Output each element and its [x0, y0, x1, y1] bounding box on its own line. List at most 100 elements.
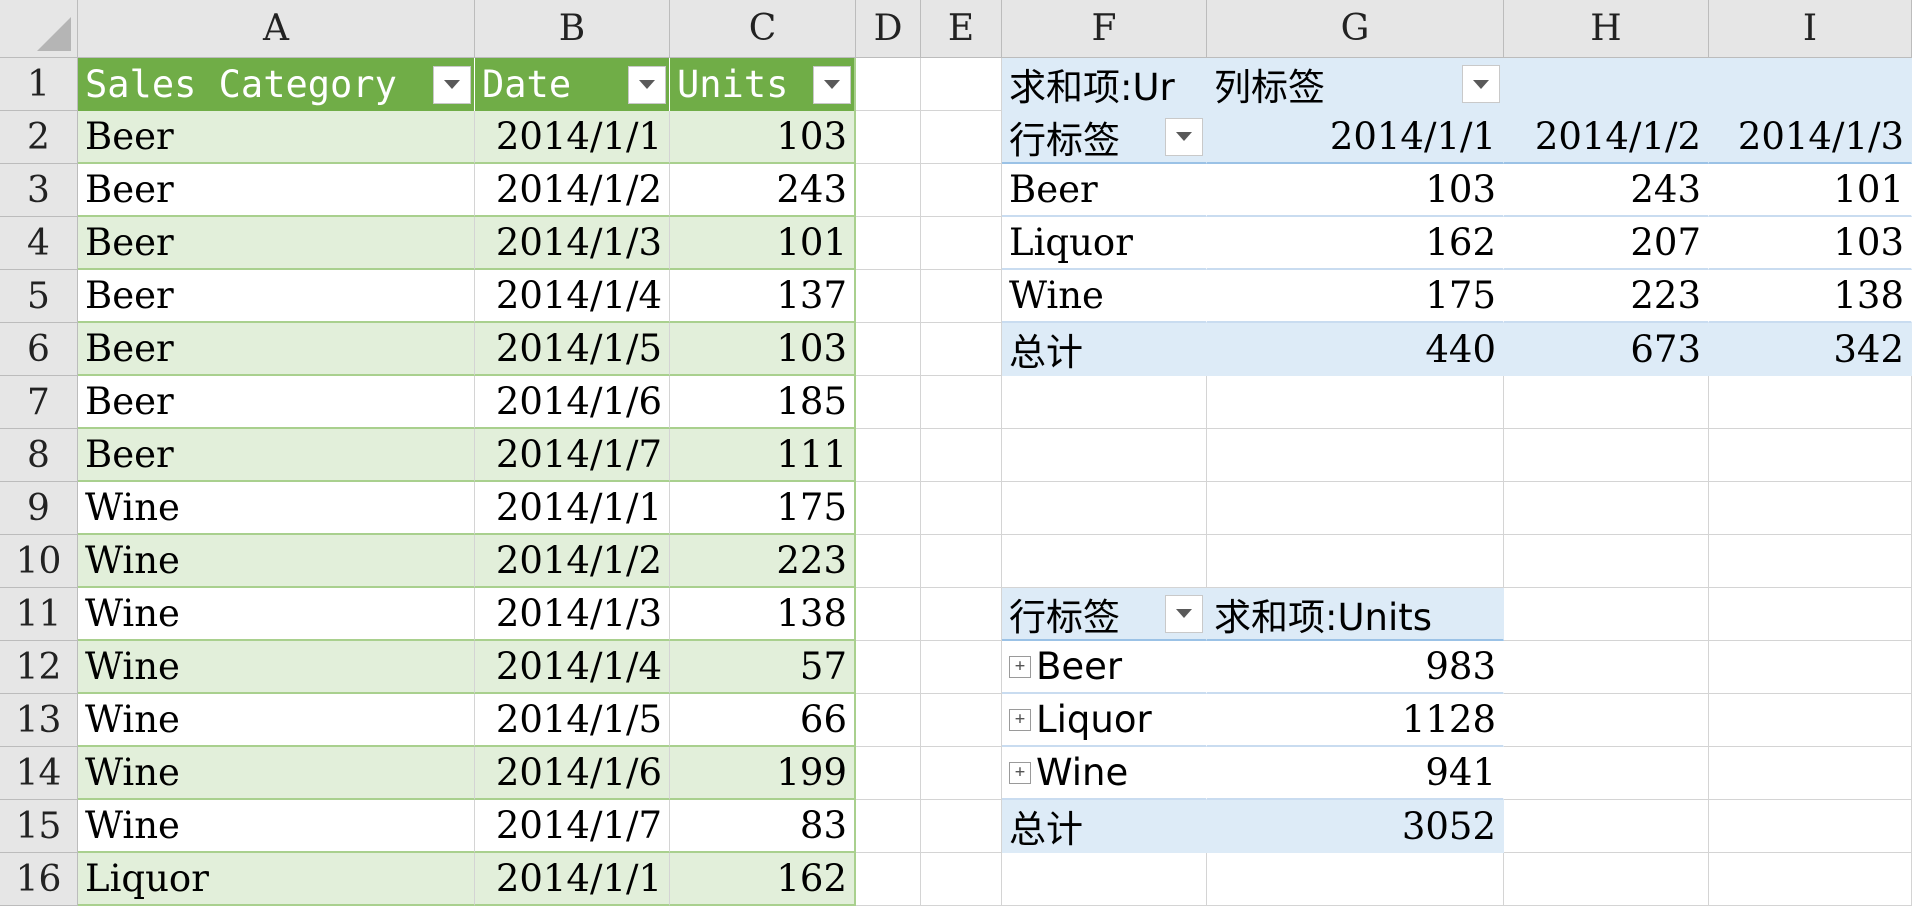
cell-C10[interactable]: 223: [670, 535, 856, 588]
cell-C5[interactable]: 137: [670, 270, 856, 323]
cell-I10[interactable]: [1709, 535, 1912, 588]
cell-I8[interactable]: [1709, 429, 1912, 482]
cell-E13[interactable]: [921, 694, 1002, 747]
row-header-3[interactable]: 3: [0, 164, 78, 217]
cell-A2[interactable]: Beer: [78, 111, 475, 164]
row-header-14[interactable]: 14: [0, 747, 78, 800]
cell-E1[interactable]: [921, 58, 1002, 111]
cell-C4[interactable]: 101: [670, 217, 856, 270]
cell-E6[interactable]: [921, 323, 1002, 376]
cell-B7[interactable]: 2014/1/6: [475, 376, 670, 429]
cell-A6[interactable]: Beer: [78, 323, 475, 376]
cell-F2[interactable]: 行标签: [1002, 111, 1207, 164]
cell-C6[interactable]: 103: [670, 323, 856, 376]
cell-C15[interactable]: 83: [670, 800, 856, 853]
cell-A10[interactable]: Wine: [78, 535, 475, 588]
cell-A4[interactable]: Beer: [78, 217, 475, 270]
row-header-1[interactable]: 1: [0, 58, 78, 111]
cell-H7[interactable]: [1504, 376, 1709, 429]
cell-I7[interactable]: [1709, 376, 1912, 429]
cell-H11[interactable]: [1504, 588, 1709, 641]
cell-C8[interactable]: 111: [670, 429, 856, 482]
cell-F16[interactable]: [1002, 853, 1207, 906]
row-header-11[interactable]: 11: [0, 588, 78, 641]
row-header-15[interactable]: 15: [0, 800, 78, 853]
cell-G7[interactable]: [1207, 376, 1504, 429]
column-header-F[interactable]: F: [1002, 0, 1207, 58]
cell-G15[interactable]: 3052: [1207, 800, 1504, 853]
column-label-filter-icon[interactable]: [1462, 65, 1500, 103]
cell-H8[interactable]: [1504, 429, 1709, 482]
cell-C9[interactable]: 175: [670, 482, 856, 535]
row-header-2[interactable]: 2: [0, 111, 78, 164]
column-header-A[interactable]: A: [78, 0, 475, 58]
cell-D10[interactable]: [856, 535, 921, 588]
column-header-D[interactable]: D: [856, 0, 921, 58]
cell-G11[interactable]: 求和项:Units: [1207, 588, 1504, 641]
cell-I6[interactable]: 342: [1709, 323, 1912, 376]
cell-F15[interactable]: 总计: [1002, 800, 1207, 853]
cell-C11[interactable]: 138: [670, 588, 856, 641]
cell-A5[interactable]: Beer: [78, 270, 475, 323]
cell-D12[interactable]: [856, 641, 921, 694]
cell-C3[interactable]: 243: [670, 164, 856, 217]
cell-B4[interactable]: 2014/1/3: [475, 217, 670, 270]
cell-A9[interactable]: Wine: [78, 482, 475, 535]
column-header-C[interactable]: C: [670, 0, 856, 58]
cell-H10[interactable]: [1504, 535, 1709, 588]
cell-F6[interactable]: 总计: [1002, 323, 1207, 376]
cell-A3[interactable]: Beer: [78, 164, 475, 217]
cell-H12[interactable]: [1504, 641, 1709, 694]
cell-H16[interactable]: [1504, 853, 1709, 906]
cell-E16[interactable]: [921, 853, 1002, 906]
cell-E11[interactable]: [921, 588, 1002, 641]
cell-H9[interactable]: [1504, 482, 1709, 535]
cell-F1[interactable]: 求和项:Ur: [1002, 58, 1207, 111]
cell-H5[interactable]: 223: [1504, 270, 1709, 323]
filter-dropdown-icon[interactable]: [813, 65, 851, 104]
cell-G6[interactable]: 440: [1207, 323, 1504, 376]
filter-dropdown-icon[interactable]: [433, 65, 471, 104]
cell-D8[interactable]: [856, 429, 921, 482]
cell-C13[interactable]: 66: [670, 694, 856, 747]
cell-A7[interactable]: Beer: [78, 376, 475, 429]
cell-B6[interactable]: 2014/1/5: [475, 323, 670, 376]
cell-I13[interactable]: [1709, 694, 1912, 747]
cell-H14[interactable]: [1504, 747, 1709, 800]
cell-A13[interactable]: Wine: [78, 694, 475, 747]
cell-I3[interactable]: 101: [1709, 164, 1912, 217]
cell-D16[interactable]: [856, 853, 921, 906]
cell-D3[interactable]: [856, 164, 921, 217]
cell-A1[interactable]: Sales Category: [78, 58, 475, 111]
cell-G12[interactable]: 983: [1207, 641, 1504, 694]
cell-H15[interactable]: [1504, 800, 1709, 853]
cell-B8[interactable]: 2014/1/7: [475, 429, 670, 482]
cell-G9[interactable]: [1207, 482, 1504, 535]
cell-I4[interactable]: 103: [1709, 217, 1912, 270]
row-header-9[interactable]: 9: [0, 482, 78, 535]
cell-A14[interactable]: Wine: [78, 747, 475, 800]
cell-C14[interactable]: 199: [670, 747, 856, 800]
column-header-H[interactable]: H: [1504, 0, 1709, 58]
cell-A16[interactable]: Liquor: [78, 853, 475, 906]
cell-H3[interactable]: 243: [1504, 164, 1709, 217]
cell-F3[interactable]: Beer: [1002, 164, 1207, 217]
cell-E7[interactable]: [921, 376, 1002, 429]
cell-F14[interactable]: + Wine: [1002, 747, 1207, 800]
cell-B15[interactable]: 2014/1/7: [475, 800, 670, 853]
row-header-8[interactable]: 8: [0, 429, 78, 482]
cell-F9[interactable]: [1002, 482, 1207, 535]
cell-B9[interactable]: 2014/1/1: [475, 482, 670, 535]
cell-G10[interactable]: [1207, 535, 1504, 588]
column-header-I[interactable]: I: [1709, 0, 1912, 58]
expand-plus-icon[interactable]: +: [1009, 761, 1031, 784]
column-header-B[interactable]: B: [475, 0, 670, 58]
row-header-13[interactable]: 13: [0, 694, 78, 747]
cell-E4[interactable]: [921, 217, 1002, 270]
cell-C12[interactable]: 57: [670, 641, 856, 694]
cell-H1[interactable]: [1504, 58, 1709, 111]
cell-E8[interactable]: [921, 429, 1002, 482]
cell-G4[interactable]: 162: [1207, 217, 1504, 270]
column-header-G[interactable]: G: [1207, 0, 1504, 58]
row-header-10[interactable]: 10: [0, 535, 78, 588]
